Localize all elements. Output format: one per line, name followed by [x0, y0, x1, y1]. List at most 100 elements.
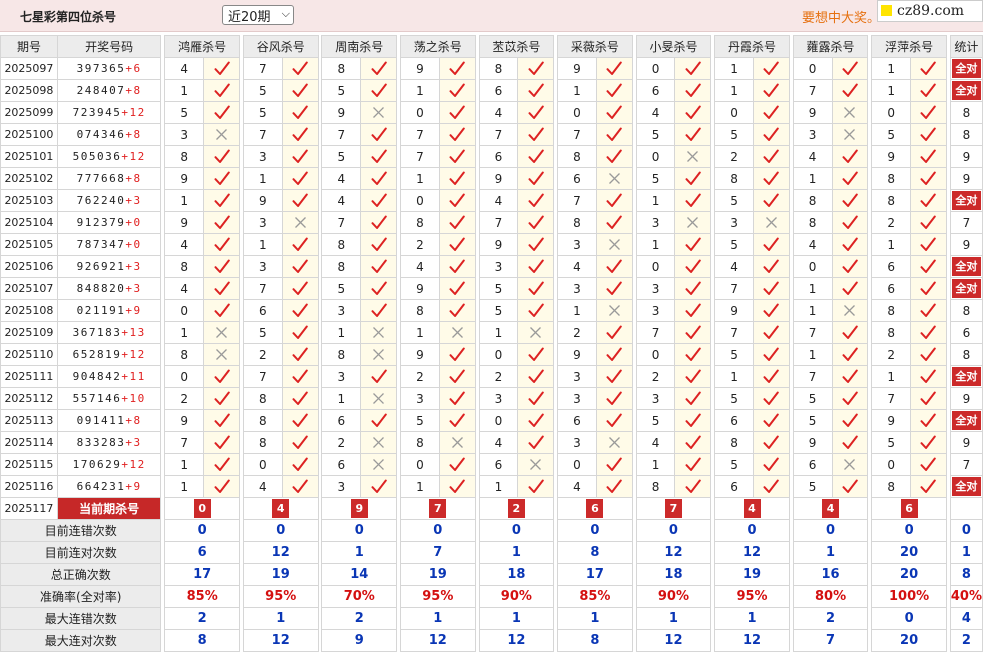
correct-check-icon: [517, 101, 555, 124]
stats-value: 0: [635, 519, 712, 542]
table-row: 2025103 762240+3 1 9 4 0 4 7 1 5 8 8 全对: [0, 189, 983, 212]
table-row: 2025116 664231+9 1 4 3 1 1 4 8 6 5 8 全对: [0, 475, 983, 498]
correct-check-icon: [752, 57, 790, 80]
kill-number: 1: [321, 387, 362, 410]
col-header-expert: 苤苡杀号: [478, 35, 555, 58]
site-logo[interactable]: cz89.com: [877, 0, 983, 22]
stats-value: 12: [714, 541, 790, 564]
stats-value: 0: [871, 607, 947, 630]
correct-check-icon: [517, 343, 555, 366]
correct-check-icon: [595, 101, 633, 124]
col-header-expert: 鸿雁杀号: [164, 35, 240, 58]
stats-value: 18: [635, 563, 712, 586]
kill-number: 8: [714, 167, 754, 190]
kill-number: 1: [714, 79, 754, 102]
kill-number: 1: [635, 233, 676, 256]
stats-value: 0: [242, 519, 319, 542]
stats-value: 7: [400, 541, 476, 564]
draw-sum: +9: [125, 480, 142, 493]
kill-number: 5: [478, 277, 519, 300]
correct-check-icon: [595, 365, 633, 388]
draw-numbers: 664231+9: [56, 475, 162, 498]
correct-check-icon: [517, 189, 555, 212]
correct-check-icon: [203, 277, 240, 300]
current-kill-badge: 6: [900, 499, 918, 518]
correct-check-icon: [281, 101, 319, 124]
table-row: 2025099 723945+12 5 5 9 0 4 0 4 0 9 0 8: [0, 101, 983, 124]
period-select[interactable]: 近20期 ⌵: [222, 5, 294, 25]
correct-check-icon: [752, 475, 790, 498]
correct-check-icon: [674, 277, 712, 300]
stats-total: 40%: [949, 585, 983, 608]
kill-number: 1: [164, 79, 205, 102]
draw-digits: 170629: [72, 458, 122, 471]
kill-number: 5: [714, 387, 754, 410]
kill-number: 7: [557, 189, 597, 212]
draw-sum: +8: [125, 172, 142, 185]
kill-number: 7: [321, 123, 362, 146]
promo-link[interactable]: 要想中大奖。: [802, 7, 880, 26]
col-header-expert: 采薇杀号: [557, 35, 633, 58]
stats-value: 1: [478, 607, 555, 630]
stats-row: 准确率(全对率) 85% 95% 70% 95% 90% 85% 90% 95% 80% 100% 4…: [0, 585, 983, 608]
current-kill-cell: 4: [242, 497, 319, 520]
correct-check-icon: [595, 145, 633, 168]
correct-check-icon: [595, 277, 633, 300]
kill-number: 7: [871, 387, 912, 410]
kill-number: 5: [714, 189, 754, 212]
draw-digits: 723945: [72, 106, 122, 119]
correct-check-icon: [910, 409, 947, 432]
current-kill-badge: 4: [743, 499, 761, 518]
correct-check-icon: [910, 387, 947, 410]
kill-number: 5: [792, 475, 833, 498]
row-stat: 8: [949, 299, 983, 322]
kill-number: 1: [871, 79, 912, 102]
draw-digits: 021191: [76, 304, 126, 317]
draw-sum: +3: [125, 194, 142, 207]
issue-number: 2025105: [0, 233, 58, 256]
correct-check-icon: [438, 123, 476, 146]
row-stat: 9: [949, 387, 983, 410]
kill-number: 4: [478, 101, 519, 124]
stats-value: 12: [478, 629, 555, 652]
draw-digits: 557146: [72, 392, 122, 405]
row-stat: 全对: [949, 255, 983, 278]
correct-check-icon: [910, 101, 947, 124]
wrong-cross-icon: [360, 453, 398, 476]
stats-value: 12: [635, 629, 712, 652]
issue-number: 2025101: [0, 145, 58, 168]
issue-number: 2025109: [0, 321, 58, 344]
correct-check-icon: [281, 409, 319, 432]
kill-number: 3: [242, 255, 283, 278]
correct-check-icon: [203, 145, 240, 168]
current-kill-badge: 0: [193, 499, 211, 518]
correct-check-icon: [831, 57, 869, 80]
correct-check-icon: [438, 79, 476, 102]
issue-number: 2025116: [0, 475, 58, 498]
wrong-cross-icon: [595, 233, 633, 256]
kill-number: 1: [557, 79, 597, 102]
wrong-cross-icon: [360, 343, 398, 366]
draw-digits: 912379: [76, 216, 126, 229]
correct-check-icon: [831, 211, 869, 234]
draw-numbers: 397365+6: [56, 57, 162, 80]
issue-number: 2025102: [0, 167, 58, 190]
current-kill-badge: 7: [429, 499, 447, 518]
stats-value: 90%: [635, 585, 712, 608]
draw-sum: +0: [125, 238, 142, 251]
kill-number: 1: [871, 365, 912, 388]
kill-number: 3: [792, 123, 833, 146]
correct-check-icon: [831, 277, 869, 300]
correct-check-icon: [910, 145, 947, 168]
period-select-value: 近20期: [228, 9, 271, 25]
stats-value: 16: [792, 563, 869, 586]
row-stat: 8: [949, 343, 983, 366]
kill-number: 7: [242, 123, 283, 146]
stats-label: 最大连错次数: [0, 607, 162, 630]
correct-check-icon: [281, 299, 319, 322]
kill-number: 5: [321, 277, 362, 300]
kill-number: 6: [478, 453, 519, 476]
stats-total: 0: [949, 519, 983, 542]
correct-check-icon: [674, 409, 712, 432]
kill-number: 5: [792, 409, 833, 432]
